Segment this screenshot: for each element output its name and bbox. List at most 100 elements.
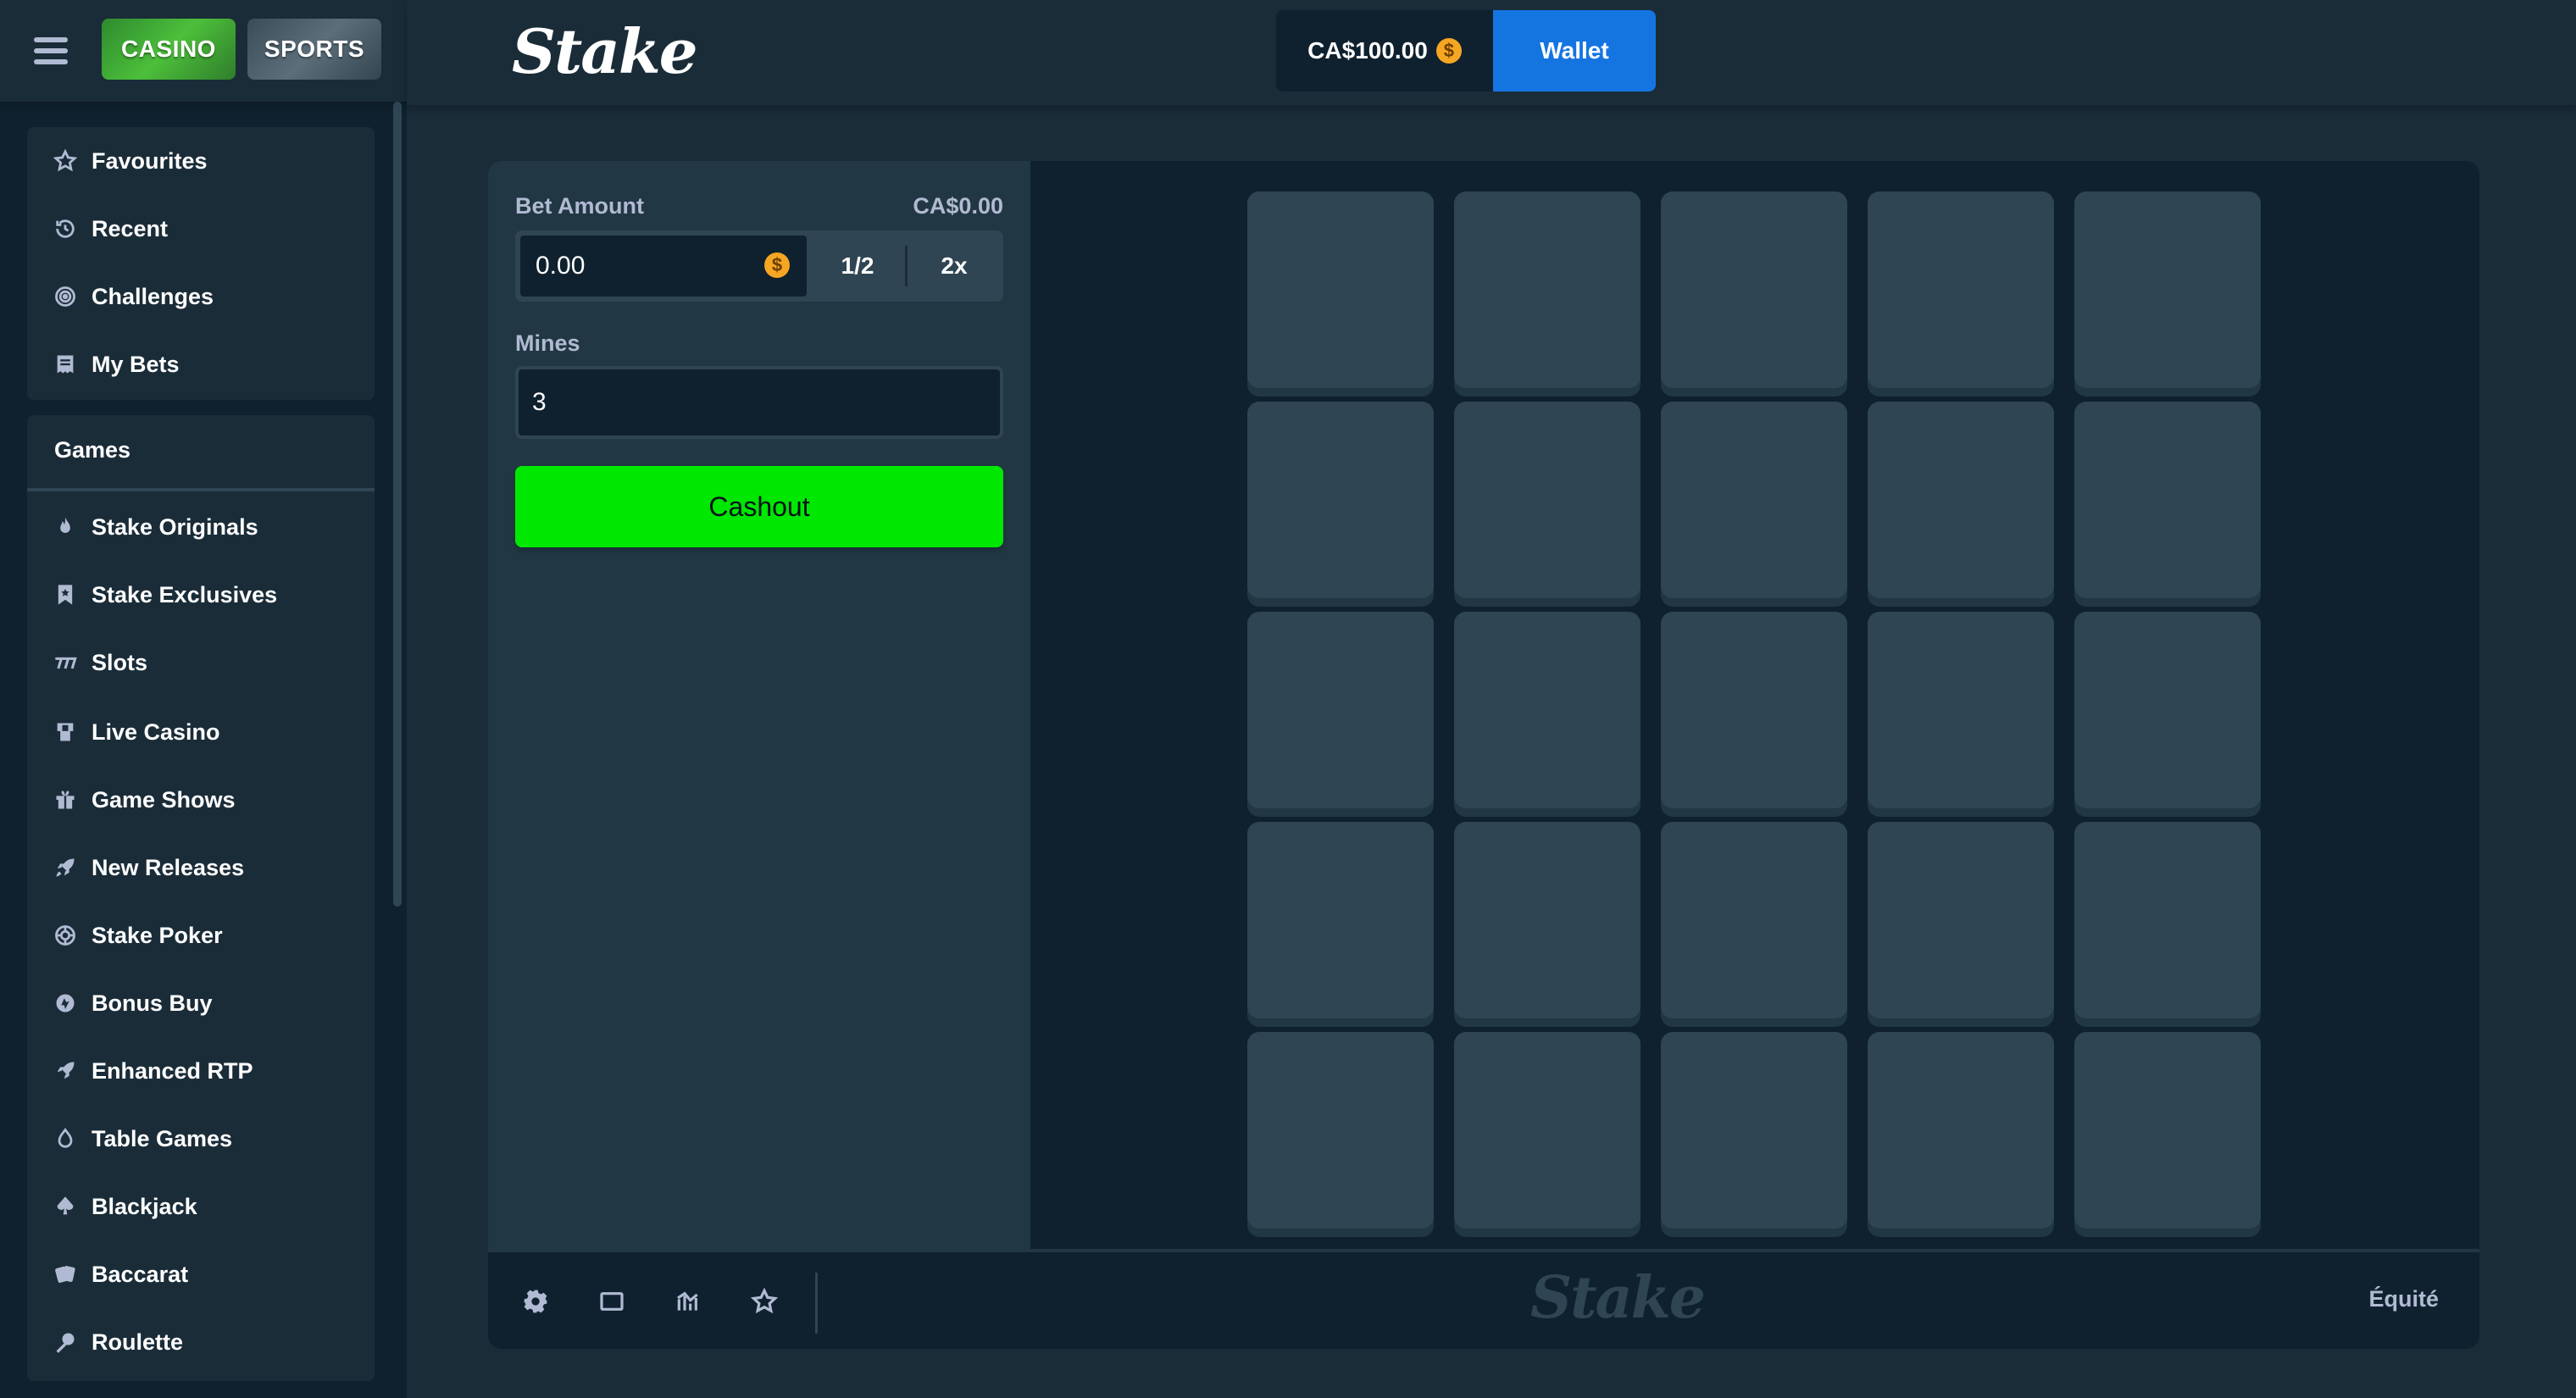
half-bet-button[interactable]: 1/2 <box>812 234 903 298</box>
sidebar-item-label: Stake Exclusives <box>92 581 278 607</box>
sidebar-item-favourites[interactable]: Favourites <box>27 127 375 195</box>
mine-tile[interactable] <box>2074 612 2261 808</box>
mines-input[interactable] <box>515 366 1003 439</box>
double-bet-button[interactable]: 2x <box>908 234 1000 298</box>
sidebar-item-recent[interactable]: Recent <box>27 195 375 263</box>
stats-chart-icon[interactable] <box>671 1284 705 1318</box>
button-divider <box>905 246 908 286</box>
flame-icon <box>53 514 78 540</box>
casino-mode-label: CASINO <box>121 36 216 62</box>
sidebar: CASINO SPORTS Favourites Recent Challeng… <box>0 0 407 1398</box>
rocket-icon <box>53 855 78 880</box>
bet-amount-display: CA$0.00 <box>913 193 1003 219</box>
mine-tile[interactable] <box>1454 402 1641 598</box>
sidebar-item-label: Stake Originals <box>92 513 258 540</box>
sidebar-item-stake-exclusives[interactable]: Stake Exclusives <box>27 561 375 629</box>
sidebar-item-slots[interactable]: Slots <box>27 629 375 696</box>
fairness-link[interactable]: Équité <box>2368 1286 2439 1312</box>
dealer-icon <box>53 719 78 745</box>
mines-grid <box>1247 191 2264 1239</box>
history-icon <box>53 216 78 241</box>
mine-tile[interactable] <box>1247 402 1434 598</box>
balance-value: CA$100.00 <box>1307 37 1428 64</box>
mine-tile[interactable] <box>1868 402 2054 598</box>
sidebar-item-label: Baccarat <box>92 1261 189 1287</box>
sidebar-item-label: Recent <box>92 215 169 241</box>
gift-icon <box>53 787 78 813</box>
sidebar-item-blackjack[interactable]: Blackjack <box>27 1173 375 1240</box>
balance-display[interactable]: CA$100.00 $ <box>1276 10 1493 92</box>
theatre-mode-icon[interactable] <box>595 1284 629 1318</box>
settings-gear-icon[interactable] <box>519 1284 552 1318</box>
sidebar-item-label: New Releases <box>92 854 245 880</box>
sidebar-item-live-casino[interactable]: Live Casino <box>27 698 375 766</box>
sidebar-item-roulette[interactable]: Roulette <box>27 1308 375 1376</box>
footer-divider <box>815 1273 818 1334</box>
sidebar-item-my-bets[interactable]: My Bets <box>27 330 375 398</box>
mine-tile[interactable] <box>1868 1032 2054 1229</box>
mine-tile[interactable] <box>1247 612 1434 808</box>
sidebar-item-new-releases[interactable]: New Releases <box>27 834 375 901</box>
mine-tile[interactable] <box>1868 191 2054 388</box>
mine-tile[interactable] <box>2074 1032 2261 1229</box>
sidebar-item-challenges[interactable]: Challenges <box>27 263 375 330</box>
sidebar-item-label: Stake Poker <box>92 922 223 948</box>
sports-mode-button[interactable]: SPORTS <box>247 19 381 80</box>
mine-tile[interactable] <box>1454 822 1641 1018</box>
sidebar-games-heading[interactable]: Games <box>27 415 375 491</box>
mine-tile[interactable] <box>1661 612 1847 808</box>
mine-tile[interactable] <box>1454 1032 1641 1229</box>
mine-tile[interactable] <box>2074 402 2261 598</box>
casino-mode-button[interactable]: CASINO <box>102 19 236 80</box>
bookmark-icon <box>53 582 78 607</box>
sidebar-item-label: Bonus Buy <box>92 990 213 1016</box>
cards-icon <box>53 1262 78 1287</box>
sidebar-personal-group: Favourites Recent Challenges My Bets <box>27 127 375 400</box>
spade-icon <box>53 1194 78 1219</box>
mine-tile[interactable] <box>1661 191 1847 388</box>
mine-tile[interactable] <box>2074 191 2261 388</box>
mine-tile[interactable] <box>1661 402 1847 598</box>
sidebar-item-stake-originals[interactable]: Stake Originals <box>27 493 375 561</box>
menu-icon[interactable] <box>34 34 68 68</box>
mine-tile[interactable] <box>1247 191 1434 388</box>
mine-tile[interactable] <box>1868 822 2054 1018</box>
sidebar-item-label: Enhanced RTP <box>92 1057 253 1084</box>
cashout-button[interactable]: Cashout <box>515 466 1003 547</box>
sidebar-item-stake-poker[interactable]: Stake Poker <box>27 901 375 969</box>
sidebar-item-baccarat[interactable]: Baccarat <box>27 1240 375 1308</box>
sidebar-item-label: Slots <box>92 649 148 675</box>
mine-tile[interactable] <box>1868 612 2054 808</box>
sidebar-item-table-games[interactable]: Table Games <box>27 1105 375 1173</box>
coin-icon: $ <box>1435 38 1462 64</box>
sidebar-item-label: Game Shows <box>92 786 236 813</box>
sidebar-item-label: Table Games <box>92 1125 233 1151</box>
mines-label: Mines <box>515 330 580 356</box>
mine-tile[interactable] <box>1661 822 1847 1018</box>
sidebar-item-game-shows[interactable]: Game Shows <box>27 766 375 834</box>
favourite-star-icon[interactable] <box>747 1284 781 1318</box>
star-icon <box>53 148 78 174</box>
sidebar-games-group: Stake Originals Stake Exclusives Slots L… <box>27 491 375 1381</box>
drop-flame-icon <box>53 1126 78 1151</box>
sidebar-item-enhanced-rtp[interactable]: Enhanced RTP <box>27 1037 375 1105</box>
mine-tile[interactable] <box>1454 191 1641 388</box>
bet-amount-label: Bet Amount <box>515 193 644 219</box>
sidebar-item-label: Blackjack <box>92 1193 197 1219</box>
bet-amount-control: $ 1/2 2x <box>515 230 1003 302</box>
mine-tile[interactable] <box>1247 1032 1434 1229</box>
coin-icon: $ <box>764 252 790 278</box>
wallet-button[interactable]: Wallet <box>1493 10 1656 92</box>
sidebar-item-bonus-buy[interactable]: Bonus Buy <box>27 969 375 1037</box>
stake-logo[interactable]: Stake <box>512 15 698 87</box>
mine-tile[interactable] <box>1661 1032 1847 1229</box>
mine-tile[interactable] <box>1454 612 1641 808</box>
mine-tile[interactable] <box>1247 822 1434 1018</box>
receipt-icon <box>53 352 78 377</box>
mine-tile[interactable] <box>2074 822 2261 1018</box>
sidebar-scrollbar[interactable] <box>393 102 402 907</box>
games-heading-label: Games <box>54 437 131 463</box>
target-icon <box>53 284 78 309</box>
mines-game: Bet Amount CA$0.00 $ 1/2 2x Mines Cashou… <box>488 161 2479 1349</box>
sidebar-item-label: My Bets <box>92 351 180 377</box>
